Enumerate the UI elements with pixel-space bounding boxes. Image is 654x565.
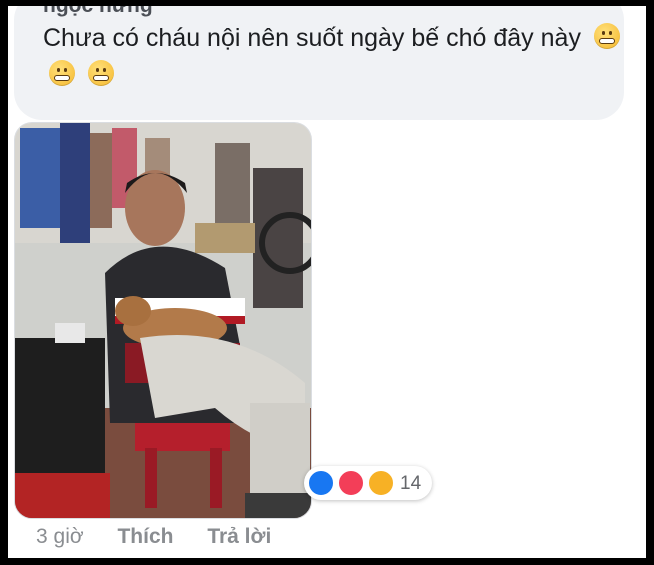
reactions-summary[interactable]: 14 (304, 466, 432, 500)
comment-card: ngọc hưng Chưa có cháu nội nên suốt ngày… (8, 6, 646, 558)
haha-icon (367, 469, 395, 497)
reply-button[interactable]: Trả lời (207, 525, 271, 548)
grimacing-face-icon (593, 23, 620, 49)
photo-illustration (15, 123, 311, 518)
grimacing-face-icon (49, 60, 75, 86)
comment-timestamp[interactable]: 3 giờ (36, 525, 84, 548)
comment-text: Chưa có cháu nội nên suốt ngày bế chó đâ… (43, 24, 581, 52)
comment-bubble: ngọc hưng Chưa có cháu nội nên suốt ngày… (14, 6, 624, 120)
love-icon (337, 469, 365, 497)
reaction-count: 14 (400, 473, 422, 494)
grimacing-face-icon (87, 60, 114, 86)
like-icon (307, 469, 335, 497)
comment-author[interactable]: ngọc hưng (43, 6, 153, 18)
like-button[interactable]: Thích (117, 525, 173, 548)
comment-text-block: Chưa có cháu nội nên suốt ngày bế chó đâ… (43, 20, 623, 94)
comment-photo[interactable] (14, 122, 312, 519)
comment-actions: 3 giờ Thích Trả lời (36, 525, 299, 549)
